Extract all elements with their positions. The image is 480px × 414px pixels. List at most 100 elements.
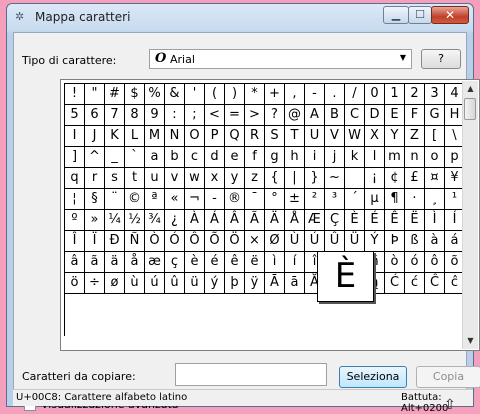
char-cell[interactable]: k (345, 147, 365, 168)
char-cell[interactable]: . (325, 84, 345, 105)
maximize-button[interactable]: ☐ (408, 6, 432, 24)
char-cell[interactable]: _ (105, 147, 125, 168)
char-cell[interactable]: ¶ (385, 189, 405, 210)
char-cell[interactable]: Ñ (125, 231, 145, 252)
char-cell[interactable]: Ù (285, 231, 305, 252)
char-cell[interactable]: 5 (65, 105, 85, 126)
char-cell[interactable]: È (345, 210, 365, 231)
char-cell[interactable]: ù (125, 273, 145, 294)
char-cell[interactable]: : (165, 105, 185, 126)
char-cell[interactable]: ¢ (385, 168, 405, 189)
char-cell[interactable]: Ô (185, 231, 205, 252)
char-cell[interactable]: W (345, 126, 365, 147)
char-cell[interactable]: E (385, 105, 405, 126)
char-cell[interactable]: é (205, 252, 225, 273)
char-cell[interactable]: N (165, 126, 185, 147)
char-cell[interactable]: û (165, 273, 185, 294)
char-cell[interactable]: ß (405, 231, 425, 252)
char-cell[interactable]: @ (285, 105, 305, 126)
char-cell[interactable]: ¸ (425, 189, 445, 210)
char-cell[interactable]: ¾ (145, 210, 165, 231)
char-cell[interactable]: Ã (245, 210, 265, 231)
char-cell[interactable]: ( (205, 84, 225, 105)
char-cell[interactable]: ³ (325, 189, 345, 210)
char-cell[interactable]: Ĉ (425, 273, 445, 294)
char-cell[interactable]: = (225, 105, 245, 126)
minimize-button[interactable]: ▁ (383, 6, 409, 24)
char-cell[interactable]: ú (145, 273, 165, 294)
char-cell[interactable]: Î (65, 231, 85, 252)
char-cell[interactable]: 6 (85, 105, 105, 126)
char-cell[interactable]: , (285, 84, 305, 105)
dropdown-arrow-icon[interactable]: ▼ (400, 53, 406, 62)
char-cell[interactable]: T (285, 126, 305, 147)
char-cell[interactable]: É (365, 210, 385, 231)
char-cell[interactable]: 9 (145, 105, 165, 126)
char-cell[interactable]: Z (405, 126, 425, 147)
char-cell[interactable]: Ì (425, 210, 445, 231)
char-cell[interactable]: ô (425, 252, 445, 273)
char-cell[interactable]: ´ (345, 189, 365, 210)
char-cell[interactable]: x (205, 168, 225, 189)
scroll-thumb[interactable] (464, 98, 476, 120)
char-cell[interactable]: ¬ (185, 189, 205, 210)
char-cell[interactable]: d (205, 147, 225, 168)
font-select[interactable]: O Arial ▼ (149, 49, 412, 69)
char-cell[interactable]: Ç (325, 210, 345, 231)
char-cell[interactable]: & (165, 84, 185, 105)
char-cell[interactable]: D (365, 105, 385, 126)
char-cell[interactable]: C (345, 105, 365, 126)
char-cell[interactable]: g (265, 147, 285, 168)
char-cell[interactable]: < (205, 105, 225, 126)
char-cell[interactable]: ] (65, 147, 85, 168)
grid-scrollbar[interactable]: ▲ ▼ (462, 81, 478, 349)
char-cell[interactable]: 1 (385, 84, 405, 105)
char-cell[interactable]: > (245, 105, 265, 126)
char-cell[interactable]: f (245, 147, 265, 168)
char-cell[interactable]: Y (385, 126, 405, 147)
char-cell[interactable]: o (425, 147, 445, 168)
char-cell[interactable]: 7 (105, 105, 125, 126)
char-cell[interactable]: w (185, 168, 205, 189)
char-cell[interactable]: Õ (205, 231, 225, 252)
char-cell[interactable]: A (305, 105, 325, 126)
char-cell[interactable]: µ (365, 189, 385, 210)
char-cell[interactable]: ` (125, 147, 145, 168)
char-cell[interactable]: ć (405, 273, 425, 294)
char-cell[interactable]: Ò (145, 231, 165, 252)
char-cell[interactable]: ò (385, 252, 405, 273)
select-button[interactable]: Seleziona (339, 366, 407, 388)
char-cell[interactable]: % (145, 84, 165, 105)
char-cell[interactable]: V (325, 126, 345, 147)
char-cell[interactable]: « (165, 189, 185, 210)
char-cell[interactable]: ® (225, 189, 245, 210)
char-cell[interactable]: y (225, 168, 245, 189)
char-cell[interactable]: " (85, 84, 105, 105)
char-cell[interactable]: Ć (385, 273, 405, 294)
char-cell[interactable]: þ (225, 273, 245, 294)
char-cell[interactable]: Ø (265, 231, 285, 252)
help-button[interactable]: ? (421, 49, 461, 69)
char-cell[interactable]: Ë (405, 210, 425, 231)
char-cell[interactable]: 8 (125, 105, 145, 126)
char-cell[interactable]: m (385, 147, 405, 168)
char-cell[interactable]: æ (145, 252, 165, 273)
char-cell[interactable]: ^ (85, 147, 105, 168)
char-cell[interactable]: À (185, 210, 205, 231)
char-cell[interactable]: - (305, 84, 325, 105)
char-cell[interactable]: ý (205, 273, 225, 294)
char-cell[interactable]: + (265, 84, 285, 105)
char-cell[interactable]: # (105, 84, 125, 105)
char-cell[interactable]: Ó (165, 231, 185, 252)
char-cell[interactable]: ÷ (85, 273, 105, 294)
char-cell[interactable]: Æ (305, 210, 325, 231)
char-cell[interactable]: s (105, 168, 125, 189)
title-bar[interactable]: ✲ Mappa caratteri ▁ ☐ ✕ (7, 4, 473, 30)
char-cell[interactable]: ¤ (425, 168, 445, 189)
char-cell[interactable]: Û (325, 231, 345, 252)
char-cell[interactable]: Q (225, 126, 245, 147)
char-cell[interactable]: £ (405, 168, 425, 189)
char-cell[interactable]: { (265, 168, 285, 189)
char-cell[interactable]: r (85, 168, 105, 189)
char-cell[interactable]: a (145, 147, 165, 168)
